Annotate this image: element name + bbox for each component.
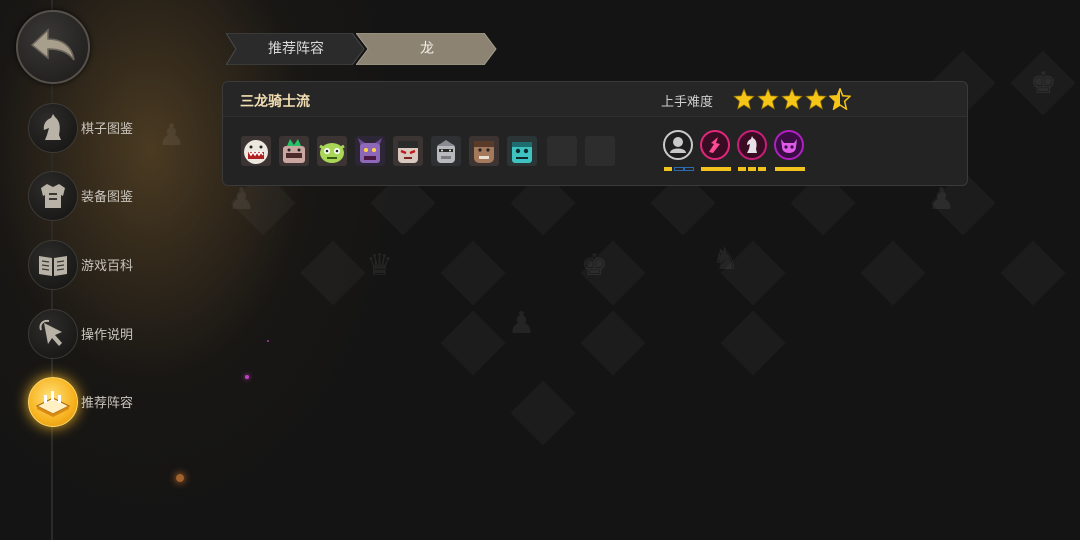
knight-icon [28, 103, 78, 153]
lineup-card[interactable]: 三龙骑士流 上手难度 [222, 81, 968, 186]
sidebar-item-encyclopedia[interactable]: 游戏百科 [28, 240, 188, 290]
sidebar-item-label: 操作说明 [81, 328, 134, 343]
trait-level-bar [701, 167, 731, 171]
champion-slot-8[interactable] [507, 136, 537, 166]
lineup-card-header: 三龙骑士流 上手难度 [223, 82, 967, 117]
half-star-icon [829, 88, 851, 110]
sidebar-item-instructions[interactable]: 操作说明 [28, 309, 188, 359]
tab-label: 推荐阵容 [268, 41, 324, 57]
champion-slot-empty[interactable] [585, 136, 615, 166]
spark [245, 375, 249, 379]
knight-helmet-trait-icon [670, 137, 686, 153]
star-icon [733, 88, 755, 110]
white-beast-champion-icon [241, 136, 271, 166]
champion-slot-2[interactable] [279, 136, 309, 166]
grey-knight-champion-icon [431, 136, 461, 166]
lineup-name: 三龙骑士流 [240, 94, 310, 110]
trait-level-bar [758, 167, 766, 171]
sidebar-item-equipment[interactable]: 装备图鉴 [28, 171, 188, 221]
purple-demon-champion-icon [355, 136, 385, 166]
star-icon [781, 88, 803, 110]
star-icon [805, 88, 827, 110]
knight-piece-trait-icon [747, 136, 757, 153]
trait-level-bar [775, 167, 805, 171]
tab-recommended-lineups[interactable]: 推荐阵容 [226, 33, 366, 65]
champion-slot-1[interactable] [241, 136, 271, 166]
masked-warrior-champion-icon [393, 136, 423, 166]
armor-icon [28, 171, 78, 221]
trait-level-bar [738, 167, 746, 171]
trait-demon[interactable] [774, 130, 804, 160]
book-icon [28, 240, 78, 290]
dragon-claw-trait-icon [709, 137, 720, 153]
spark [267, 340, 269, 342]
pointer-icon [28, 309, 78, 359]
star-icon [757, 88, 779, 110]
back-arrow-icon [30, 28, 75, 61]
champion-slot-5[interactable] [393, 136, 423, 166]
champion-slot-3[interactable] [317, 136, 347, 166]
back-button[interactable] [16, 10, 90, 84]
teal-zombie-champion-icon [507, 136, 537, 166]
trait-knight[interactable] [663, 130, 693, 160]
green-crown-beast-champion-icon [279, 136, 309, 166]
tab-label: 龙 [420, 41, 434, 57]
sidebar-item-label: 棋子图鉴 [81, 122, 134, 137]
sidebar-item-chess-pieces[interactable]: 棋子图鉴 [28, 103, 188, 153]
sidebar-item-recommended-lineups[interactable]: 推荐阵容 [28, 377, 188, 427]
sidebar-item-label: 游戏百科 [81, 259, 134, 274]
green-goblin-champion-icon [317, 136, 347, 166]
trait-knight-class[interactable] [737, 130, 767, 160]
spark [176, 474, 184, 482]
sidebar-item-label: 推荐阵容 [81, 396, 134, 411]
tab-dragon[interactable]: 龙 [356, 33, 498, 65]
champion-slot-6[interactable] [431, 136, 461, 166]
trait-level-bar [748, 167, 756, 171]
trait-level-bar [664, 167, 672, 171]
difficulty-label: 上手难度 [661, 95, 714, 110]
trait-level-bar [684, 167, 694, 171]
demon-skull-trait-icon [781, 139, 797, 153]
champion-slot-7[interactable] [469, 136, 499, 166]
trait-level-bar [674, 167, 684, 171]
brown-ogre-champion-icon [469, 136, 499, 166]
sidebar-item-label: 装备图鉴 [81, 190, 134, 205]
trait-dragon[interactable] [700, 130, 730, 160]
champion-slot-4[interactable] [355, 136, 385, 166]
champion-slot-empty[interactable] [547, 136, 577, 166]
chessboard-icon [28, 377, 78, 427]
